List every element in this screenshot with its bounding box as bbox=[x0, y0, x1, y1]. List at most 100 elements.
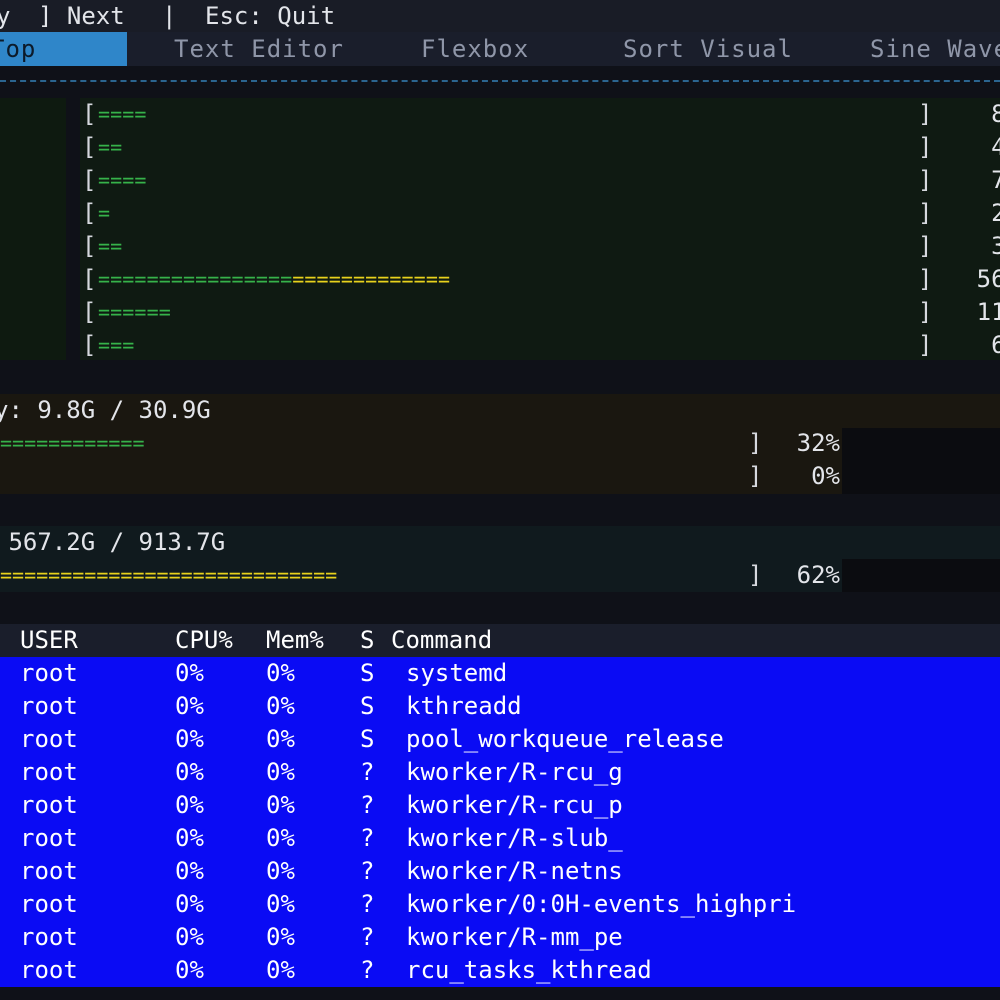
table-row[interactable]: root 0% 0% ? kworker/R-slub_ bbox=[0, 822, 1000, 855]
row-state: ? bbox=[360, 758, 375, 786]
cpu-row: [ == ] 3% bbox=[80, 230, 1000, 263]
table-row[interactable]: root 0% 0% S pool_workqueue_release bbox=[0, 723, 1000, 756]
row-state: ? bbox=[360, 956, 375, 984]
row-mem: 0% bbox=[266, 857, 295, 885]
row-command: kworker/R-slub_ bbox=[406, 824, 623, 852]
header-user[interactable]: USER bbox=[20, 624, 78, 657]
memory-panel-edge bbox=[842, 428, 1000, 494]
row-mem: 0% bbox=[266, 692, 295, 720]
hint-prev-fragment: y bbox=[0, 2, 11, 30]
bar-open-bracket: [ bbox=[82, 298, 97, 326]
process-table-header: USER CPU% Mem% S Command bbox=[0, 624, 1000, 657]
row-mem: 0% bbox=[266, 956, 295, 984]
cpu-percent: 6% bbox=[991, 331, 1000, 359]
table-row[interactable]: root 0% 0% ? kworker/R-rcu_p bbox=[0, 789, 1000, 822]
tab-top[interactable]: Top bbox=[0, 32, 127, 66]
cpu-row: [ == ] 4% bbox=[80, 131, 1000, 164]
disk-bar-close-bracket: ] bbox=[748, 561, 763, 589]
bar-open-bracket: [ bbox=[82, 232, 97, 260]
cpu-bar-green: == bbox=[98, 135, 123, 159]
row-cpu: 0% bbox=[175, 956, 204, 984]
header-mem[interactable]: Mem% bbox=[266, 624, 324, 657]
disk-panel-edge bbox=[842, 559, 1000, 592]
bar-close-bracket: ] bbox=[918, 133, 933, 161]
bar-close-bracket: ] bbox=[918, 166, 933, 194]
row-cpu: 0% bbox=[175, 659, 204, 687]
row-mem: 0% bbox=[266, 725, 295, 753]
swap-bar-close-bracket: ] bbox=[748, 462, 763, 490]
memory-label: y: 9.8G / 30.9G bbox=[0, 396, 211, 424]
cpu-bar-green: ==== bbox=[98, 168, 147, 192]
row-user: root bbox=[20, 890, 78, 918]
table-row[interactable]: root 0% 0% ? kworker/0:0H-events_highpri bbox=[0, 888, 1000, 921]
hint-bar: y ] Next | Esc: Quit bbox=[0, 0, 1000, 32]
row-mem: 0% bbox=[266, 791, 295, 819]
header-state[interactable]: S bbox=[360, 624, 374, 657]
cpu-bar-green: ==== bbox=[98, 102, 147, 126]
row-command: kworker/R-netns bbox=[406, 857, 623, 885]
row-cpu: 0% bbox=[175, 758, 204, 786]
bar-close-bracket: ] bbox=[918, 100, 933, 128]
disk-bar: ============================ bbox=[0, 563, 338, 587]
bar-open-bracket: [ bbox=[82, 133, 97, 161]
cpu-panel: [ ==== ] 8% [ == ] 4% [ ==== ] 7% [ = ] … bbox=[80, 98, 1000, 360]
row-state: S bbox=[360, 725, 375, 753]
table-row[interactable]: root 0% 0% ? kworker/R-mm_pe bbox=[0, 921, 1000, 954]
table-row[interactable]: root 0% 0% S kthreadd bbox=[0, 690, 1000, 723]
table-row[interactable]: root 0% 0% ? rcu_tasks_kthread bbox=[0, 954, 1000, 987]
hint-quit: Esc: Quit bbox=[205, 2, 336, 30]
terminal-screen: y ] Next | Esc: Quit Top Text Editor Fle… bbox=[0, 0, 1000, 1000]
tab-sort-visual[interactable]: Sort Visual bbox=[623, 32, 793, 66]
row-user: root bbox=[20, 725, 78, 753]
bar-close-bracket: ] bbox=[918, 199, 933, 227]
header-cpu[interactable]: CPU% bbox=[175, 624, 233, 657]
tab-sine-wave[interactable]: Sine Wave bbox=[870, 32, 1000, 66]
row-mem: 0% bbox=[266, 758, 295, 786]
row-state: ? bbox=[360, 791, 375, 819]
row-command: kworker/R-mm_pe bbox=[406, 923, 623, 951]
row-state: S bbox=[360, 659, 375, 687]
bar-close-bracket: ] bbox=[918, 298, 933, 326]
cpu-percent: 2% bbox=[991, 199, 1000, 227]
row-state: ? bbox=[360, 890, 375, 918]
row-mem: 0% bbox=[266, 824, 295, 852]
bar-open-bracket: [ bbox=[82, 166, 97, 194]
row-command: rcu_tasks_kthread bbox=[406, 956, 652, 984]
cpu-percent: 8% bbox=[991, 100, 1000, 128]
row-command: pool_workqueue_release bbox=[406, 725, 724, 753]
row-state: ? bbox=[360, 824, 375, 852]
cpu-bar-yellow: ============= bbox=[292, 267, 451, 291]
row-cpu: 0% bbox=[175, 890, 204, 918]
row-user: root bbox=[20, 857, 78, 885]
cpu-row: [ === ] 6% bbox=[80, 329, 1000, 362]
cpu-row: [ = ] 2% bbox=[80, 197, 1000, 230]
cpu-row: [ ====== ] 11% bbox=[80, 296, 1000, 329]
bar-open-bracket: [ bbox=[82, 100, 97, 128]
row-mem: 0% bbox=[266, 923, 295, 951]
table-row[interactable]: root 0% 0% ? kworker/R-netns bbox=[0, 855, 1000, 888]
bar-close-bracket: ] bbox=[918, 232, 933, 260]
row-cpu: 0% bbox=[175, 725, 204, 753]
row-user: root bbox=[20, 791, 78, 819]
row-user: root bbox=[20, 692, 78, 720]
cpu-bar-green: ====== bbox=[98, 300, 171, 324]
tab-flexbox[interactable]: Flexbox bbox=[421, 32, 529, 66]
row-command: kthreadd bbox=[406, 692, 522, 720]
table-row[interactable]: root 0% 0% S systemd bbox=[0, 657, 1000, 690]
memory-bar-close-bracket: ] bbox=[748, 429, 763, 457]
cpu-row: [ ============================= ] 56% bbox=[80, 263, 1000, 296]
memory-bar: ============ bbox=[0, 431, 145, 455]
row-state: ? bbox=[360, 923, 375, 951]
cpu-bar-green: == bbox=[98, 234, 123, 258]
disk-percent: 62% bbox=[796, 561, 840, 589]
cpu-bar-green: === bbox=[98, 333, 135, 357]
cpu-bar-green: ================ bbox=[98, 267, 293, 291]
header-command[interactable]: Command bbox=[391, 624, 492, 657]
cpu-label-column bbox=[0, 98, 66, 360]
bar-open-bracket: [ bbox=[82, 199, 97, 227]
row-command: kworker/R-rcu_g bbox=[406, 758, 623, 786]
row-cpu: 0% bbox=[175, 791, 204, 819]
row-user: root bbox=[20, 956, 78, 984]
tab-text-editor[interactable]: Text Editor bbox=[174, 32, 344, 66]
table-row[interactable]: root 0% 0% ? kworker/R-rcu_g bbox=[0, 756, 1000, 789]
